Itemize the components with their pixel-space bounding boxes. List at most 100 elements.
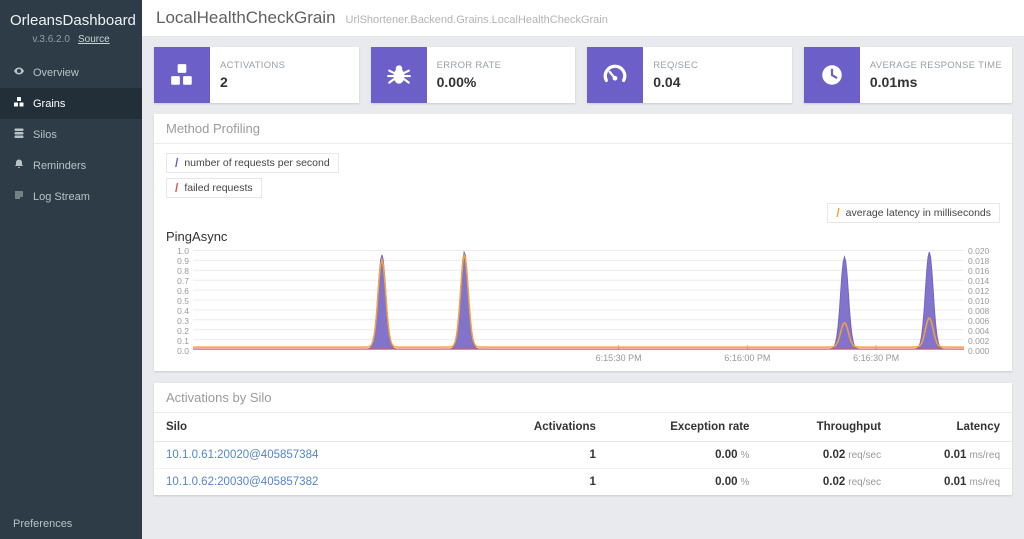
stat-value: 0.04 [653, 74, 681, 90]
log-stream-icon [13, 189, 25, 204]
throughput-unit: req/sec [848, 477, 882, 488]
stat-label: REQ/SEC [653, 60, 699, 71]
sidebar-item-grains[interactable]: Grains [0, 88, 142, 119]
sidebar-nav: Overview Grains Silos Reminders Log Stre… [0, 57, 142, 212]
method-chart-svg [193, 250, 964, 350]
activations-by-silo-title: Activations by Silo [154, 383, 1012, 413]
overview-icon [13, 65, 25, 80]
clock-icon [803, 47, 860, 103]
y-axis-label: 0.018 [968, 256, 990, 266]
stat-value: 2 [220, 74, 228, 90]
sidebar-item-label: Overview [33, 66, 79, 79]
legend-swatch: / [175, 156, 179, 170]
y-axis-label: 0.8 [177, 266, 189, 276]
legend-latency: / average latency in milliseconds [827, 203, 1000, 223]
legend-requests: / number of requests per second [166, 153, 339, 173]
preferences-link[interactable]: Preferences [13, 518, 72, 530]
x-axis: 6:15:30 PM 6:16:00 PM 6:16:30 PM [193, 350, 964, 365]
y-axis-label: 0.3 [177, 316, 189, 326]
throughput-value: 0.02 [822, 449, 846, 461]
silos-icon [13, 127, 25, 142]
stat-cards: ACTIVATIONS 2 ERROR RATE 0.00% REQ/SEC 0… [154, 47, 1012, 103]
version-row: v.3.6.2.0 Source [0, 32, 142, 57]
app: OrleansDashboard v.3.6.2.0 Source Overvie… [0, 0, 1024, 539]
y-axis-label: 0.2 [177, 326, 189, 336]
stat-card-avg-response: AVERAGE RESPONSE TIME 0.01ms [803, 47, 1012, 103]
col-exception-rate: Exception rate [607, 413, 762, 442]
chart-legend: / number of requests per second / failed… [166, 153, 1000, 223]
silo-table: Silo Activations Exception rate Throughp… [154, 413, 1012, 495]
legend-swatch: / [836, 206, 840, 220]
legend-label: failed requests [184, 182, 253, 194]
y-axis-label: 0.1 [177, 336, 189, 346]
bug-icon [370, 47, 427, 103]
y-axis-label: 0.016 [968, 266, 990, 276]
exception-rate-unit: % [740, 450, 750, 461]
y-axis-label: 0.4 [177, 306, 189, 316]
stat-label: ACTIVATIONS [220, 60, 286, 71]
exception-rate-value: 0.00 [715, 449, 738, 461]
silo-link[interactable]: 10.1.0.61:20020@405857384 [166, 449, 318, 461]
col-throughput: Throughput [761, 413, 894, 442]
y-axis-label: 0.7 [177, 276, 189, 286]
silo-link[interactable]: 10.1.0.62:20030@405857382 [166, 476, 318, 488]
latency-value: 0.01 [944, 476, 967, 488]
stat-card-req-sec: REQ/SEC 0.04 [587, 47, 792, 103]
y-axis-label: 0.006 [968, 316, 990, 326]
table-row: 10.1.0.62:20030@405857382 1 0.00% 0.02 re… [154, 469, 1012, 496]
brand-title: OrleansDashboard [10, 12, 136, 29]
reminders-icon [13, 158, 25, 173]
gauge-icon [587, 47, 644, 103]
sidebar-item-silos[interactable]: Silos [0, 119, 142, 150]
source-link[interactable]: Source [78, 34, 110, 45]
y-axis-right: 0.020 0.018 0.016 0.014 0.012 0.010 0.008 0.006… [964, 246, 1000, 356]
stat-card-error-rate: ERROR RATE 0.00% [370, 47, 576, 103]
stat-label: ERROR RATE [436, 60, 502, 71]
legend-label: average latency in milliseconds [845, 207, 991, 219]
y-axis-label: 0.0 [177, 346, 189, 356]
method-name: PingAsync [166, 229, 228, 244]
col-latency: Latency [893, 413, 1012, 442]
sidebar-item-reminders[interactable]: Reminders [0, 150, 142, 181]
method-profiling-panel: Method Profiling / number of requests pe… [154, 114, 1012, 371]
version-label: v.3.6.2.0 [32, 34, 70, 45]
y-axis-label: 0.012 [968, 286, 990, 296]
stat-card-activations: ACTIVATIONS 2 [154, 47, 359, 103]
x-tick-label: 6:16:00 PM [724, 353, 771, 363]
latency-value: 0.01 [944, 449, 967, 461]
content: ACTIVATIONS 2 ERROR RATE 0.00% REQ/SEC 0… [142, 37, 1024, 539]
sidebar-item-log-stream[interactable]: Log Stream [0, 181, 142, 212]
col-activations: Activations [480, 413, 608, 442]
page-header: LocalHealthCheckGrain UrlShortener.Backe… [142, 0, 1024, 37]
sidebar-item-label: Silos [33, 128, 57, 141]
x-tick-label: 6:15:30 PM [595, 353, 642, 363]
stat-label: AVERAGE RESPONSE TIME [869, 60, 1002, 71]
stat-value: 0.01ms [869, 74, 918, 90]
sidebar-item-overview[interactable]: Overview [0, 57, 142, 88]
y-axis-label: 0.004 [968, 326, 990, 336]
method-chart: 1.0 0.9 0.8 0.7 0.6 0.5 0.4 0.3 0.2 0.1 0.0 6:15:3… [166, 246, 1000, 365]
table-row: 10.1.0.61:20020@405857384 1 0.00% 0.02 re… [154, 441, 1012, 469]
latency-unit: ms/req [969, 477, 1000, 488]
x-tick-label: 6:16:30 PM [853, 353, 900, 363]
y-axis-label: 0.6 [177, 286, 189, 296]
cubes-icon [154, 47, 210, 103]
main-area: LocalHealthCheckGrain UrlShortener.Backe… [142, 0, 1024, 539]
y-axis-label: 0.020 [968, 246, 990, 256]
activations-value: 1 [589, 449, 596, 461]
col-silo: Silo [154, 413, 481, 442]
page-subtitle: UrlShortener.Backend.Grains.LocalHealthC… [345, 14, 608, 26]
method-profiling-title: Method Profiling [154, 114, 1012, 144]
y-axis-label: 0.010 [968, 296, 990, 306]
exception-rate-value: 0.00 [715, 476, 738, 488]
sidebar: OrleansDashboard v.3.6.2.0 Source Overvie… [0, 0, 142, 539]
activations-by-silo-panel: Activations by Silo Silo Activations Exc… [154, 383, 1012, 495]
y-axis-label: 0.014 [968, 276, 990, 286]
sidebar-item-label: Reminders [33, 159, 87, 172]
legend-failed: / failed requests [166, 178, 262, 198]
sidebar-item-label: Log Stream [33, 190, 90, 203]
y-axis-left: 1.0 0.9 0.8 0.7 0.6 0.5 0.4 0.3 0.2 0.1 0.0 [166, 246, 193, 356]
y-axis-label: 0.008 [968, 306, 990, 316]
grains-icon [13, 96, 25, 111]
y-axis-label: 1.0 [177, 246, 189, 256]
